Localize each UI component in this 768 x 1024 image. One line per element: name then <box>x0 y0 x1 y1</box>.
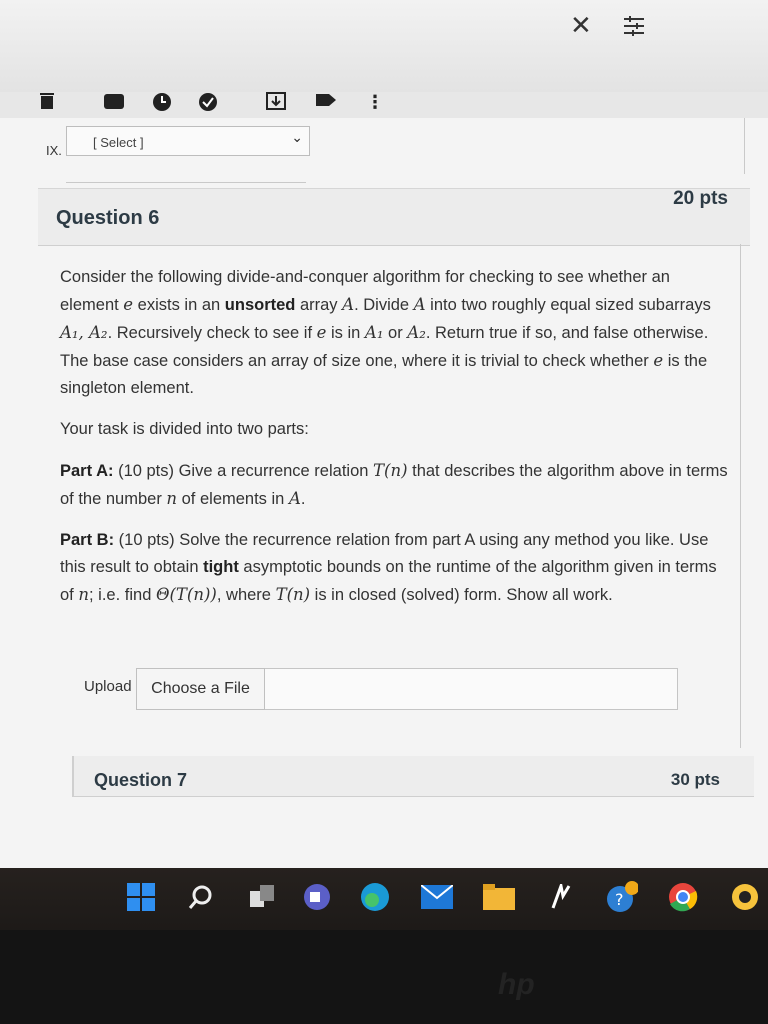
item-number: IX. <box>46 143 62 158</box>
hp-logo: hp <box>498 968 535 1001</box>
browser-top-bar <box>0 0 768 92</box>
mail-icon[interactable] <box>420 880 454 914</box>
part-a: Part A: (10 pts) Give a recurrence relat… <box>60 461 728 508</box>
divider <box>66 182 306 183</box>
windows-start-icon[interactable] <box>124 880 158 914</box>
search-icon[interactable] <box>184 880 218 914</box>
app-icon[interactable] <box>544 880 578 914</box>
choose-file-button[interactable]: Choose a File <box>136 668 265 710</box>
question-6-body: Consider the following divide-and-conque… <box>60 264 730 623</box>
question-paragraph: Consider the following divide-and-conque… <box>60 268 711 397</box>
question-7-points: 30 pts <box>670 770 720 789</box>
part-b: Part B: (10 pts) Solve the recurrence re… <box>60 531 717 604</box>
laptop-bezel <box>0 930 768 1024</box>
question-6-points: 20 pts <box>673 188 728 209</box>
close-icon[interactable]: ✕ <box>570 10 592 41</box>
select-value: [ Select ] <box>93 135 144 150</box>
trash-icon[interactable] <box>40 92 54 115</box>
file-explorer-icon[interactable] <box>482 880 516 914</box>
settings-sliders-icon[interactable] <box>622 14 646 45</box>
task-view-icon[interactable] <box>246 880 280 914</box>
chrome-icon[interactable] <box>666 880 700 914</box>
upload-label: Upload <box>84 678 132 695</box>
task-intro: Your task is divided into two parts: <box>60 420 309 438</box>
help-icon[interactable]: ? <box>604 880 638 914</box>
check-icon[interactable] <box>198 92 222 117</box>
more-icon[interactable]: ⋮ <box>366 92 384 113</box>
question-7-title: Question 7 <box>94 770 188 790</box>
question-6-title: Question 6 <box>56 207 160 229</box>
svg-text:?: ? <box>615 890 624 909</box>
tag-icon[interactable] <box>316 92 336 113</box>
right-border-lower <box>740 244 741 748</box>
download-icon[interactable] <box>266 92 286 115</box>
answer-select[interactable]: [ Select ] ⌄ <box>66 126 310 156</box>
edge-icon[interactable] <box>358 880 392 914</box>
clock-icon[interactable] <box>152 92 172 117</box>
right-border <box>744 118 745 174</box>
archive-icon[interactable] <box>104 92 124 115</box>
teams-icon[interactable] <box>300 880 334 914</box>
chevron-down-icon: ⌄ <box>291 129 303 145</box>
other-app-icon[interactable] <box>728 880 762 914</box>
